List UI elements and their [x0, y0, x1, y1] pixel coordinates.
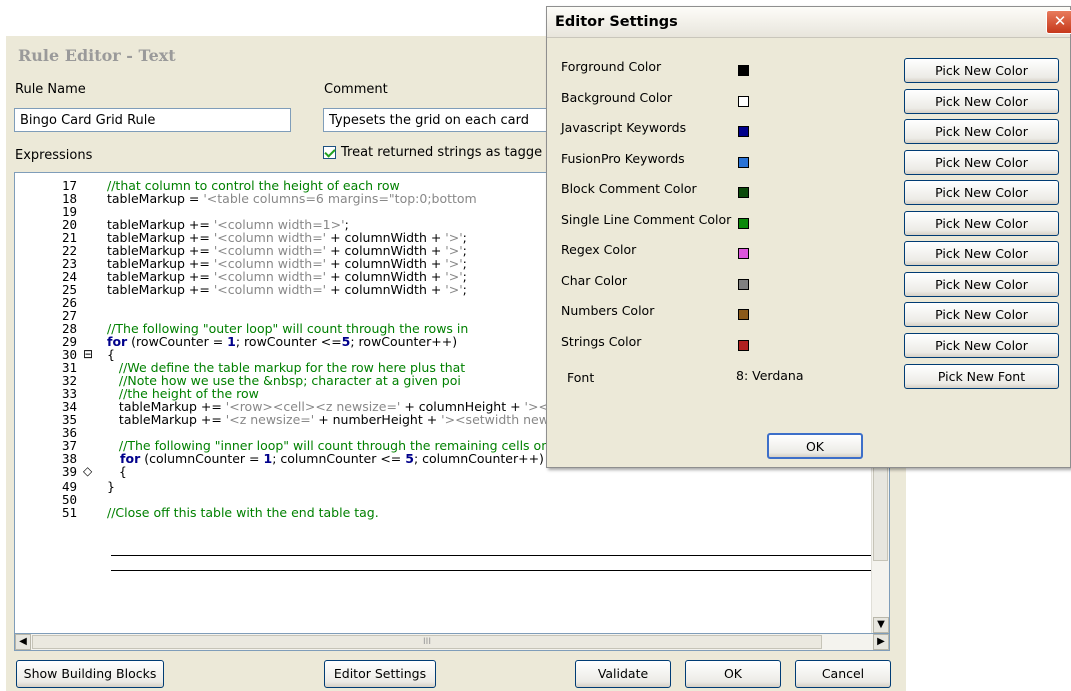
window-title: Rule Editor - Text: [18, 46, 176, 65]
validate-button[interactable]: Validate: [575, 660, 671, 688]
fold-marker-icon[interactable]: ◇: [83, 465, 92, 478]
scroll-down-icon[interactable]: ▼: [873, 617, 889, 633]
code-token: tableMarkup =: [107, 191, 204, 206]
line-number-gutter: 17 18 19 20 21 22 23 24 25 26 27 28 29 30 ⊟ 31 32 33 34 35 3…: [15, 173, 97, 633]
code-token: ; rowCounter <=: [235, 334, 342, 349]
horizontal-scroll-thumb[interactable]: III: [32, 635, 822, 649]
code-token: + columnWidth +: [326, 282, 446, 297]
color-swatch: [738, 309, 749, 320]
color-setting-label: Forground Color: [561, 59, 662, 74]
expressions-label: Expressions: [15, 148, 93, 163]
code-token: 5: [405, 451, 414, 466]
color-setting-label: Block Comment Color: [561, 181, 697, 196]
fold-marker-line: [111, 555, 871, 556]
code-token: '<column width=': [213, 282, 327, 297]
code-token: ; columnCounter++): [413, 451, 544, 466]
code-line: }: [107, 480, 115, 493]
code-line: tableMarkup += '<column width=' + column…: [107, 283, 467, 296]
color-setting-label: Single Line Comment Color: [561, 212, 732, 227]
show-building-blocks-button[interactable]: Show Building Blocks: [16, 660, 164, 688]
font-label: Font: [567, 370, 595, 385]
pick-new-color-button[interactable]: Pick New Color: [904, 180, 1059, 205]
color-setting-label: Char Color: [561, 273, 628, 288]
code-token: tableMarkup +=: [107, 412, 226, 427]
pick-new-color-button[interactable]: Pick New Color: [904, 119, 1059, 144]
dialog-title: Editor Settings: [555, 14, 678, 30]
color-swatch: [738, 279, 749, 290]
code-token: }: [107, 479, 115, 494]
code-token: ; columnCounter <=: [272, 451, 406, 466]
color-swatch: [738, 65, 749, 76]
code-token: //Close off this table with the end tabl…: [107, 505, 379, 520]
pick-new-color-button[interactable]: Pick New Color: [904, 58, 1059, 83]
code-token: ; rowCounter++): [350, 334, 458, 349]
color-setting-label: Javascript Keywords: [561, 120, 687, 135]
code-token: (columnCounter =: [140, 451, 264, 466]
rule-name-label: Rule Name: [15, 82, 86, 97]
treat-strings-checkbox[interactable]: [323, 146, 336, 159]
code-token: '<z newsize=': [225, 412, 315, 427]
color-setting-label: FusionPro Keywords: [561, 151, 685, 166]
code-token: '>': [445, 282, 463, 297]
comment-label: Comment: [324, 82, 388, 97]
code-line: tableMarkup = '<table columns=6 margins=…: [107, 192, 477, 205]
color-setting-label: Background Color: [561, 90, 673, 105]
code-token: 1: [227, 334, 236, 349]
color-setting-label: Strings Color: [561, 334, 642, 349]
collapse-fold-icon[interactable]: ⊟: [83, 348, 93, 361]
code-token: ;: [462, 282, 467, 297]
pick-new-color-button[interactable]: Pick New Color: [904, 89, 1059, 114]
rule-name-input[interactable]: Bingo Card Grid Rule: [14, 108, 291, 132]
pick-new-color-button[interactable]: Pick New Color: [904, 333, 1059, 358]
pick-new-color-button[interactable]: Pick New Color: [904, 241, 1059, 266]
color-swatch: [738, 218, 749, 229]
color-swatch: [738, 248, 749, 259]
editor-settings-dialog: Editor Settings ✕ Forground Color Pick Ne…: [546, 6, 1071, 468]
code-line: for (rowCounter = 1; rowCounter <=5; row…: [107, 335, 457, 348]
pick-new-color-button[interactable]: Pick New Color: [904, 150, 1059, 175]
color-setting-label: Numbers Color: [561, 303, 655, 318]
cancel-button[interactable]: Cancel: [795, 660, 891, 688]
ok-button[interactable]: OK: [685, 660, 781, 688]
treat-strings-label: Treat returned strings as tagge: [341, 145, 543, 160]
color-swatch: [738, 187, 749, 198]
pick-new-color-button[interactable]: Pick New Color: [904, 211, 1059, 236]
color-setting-label: Regex Color: [561, 242, 637, 257]
color-swatch: [738, 340, 749, 351]
line-number: 51: [61, 505, 77, 520]
code-token: tableMarkup +=: [107, 282, 214, 297]
settings-ok-button[interactable]: OK: [767, 433, 863, 459]
dialog-title-bar[interactable]: Editor Settings ✕: [547, 7, 1071, 38]
pick-new-font-button[interactable]: Pick New Font: [904, 364, 1059, 389]
scroll-left-icon[interactable]: ◀: [15, 634, 31, 650]
color-swatch: [738, 157, 749, 168]
code-line: //Close off this table with the end tabl…: [107, 506, 379, 519]
fold-marker-line: [111, 570, 871, 571]
code-line: {: [107, 465, 127, 478]
code-token: (rowCounter =: [127, 334, 228, 349]
pick-new-color-button[interactable]: Pick New Color: [904, 272, 1059, 297]
color-swatch: [738, 126, 749, 137]
comment-input[interactable]: Typesets the grid on each card: [323, 108, 563, 132]
code-token: + numberHeight +: [314, 412, 442, 427]
horizontal-scrollbar[interactable]: ◀ III ▶: [14, 634, 890, 651]
line-number: 39: [61, 464, 77, 479]
close-icon[interactable]: ✕: [1046, 10, 1071, 34]
code-token: '<table columns=6 margins="top:0;bottom: [203, 191, 477, 206]
code-token: {: [107, 464, 127, 479]
font-value: 8: Verdana: [736, 368, 804, 383]
editor-settings-button[interactable]: Editor Settings: [324, 660, 436, 688]
pick-new-color-button[interactable]: Pick New Color: [904, 302, 1059, 327]
code-token: 1: [263, 451, 273, 466]
treat-strings-checkbox-group[interactable]: Treat returned strings as tagge: [323, 145, 542, 160]
scroll-right-icon[interactable]: ▶: [873, 634, 889, 650]
code-line: for (columnCounter = 1; columnCounter <=…: [107, 452, 544, 465]
color-swatch: [738, 96, 749, 107]
